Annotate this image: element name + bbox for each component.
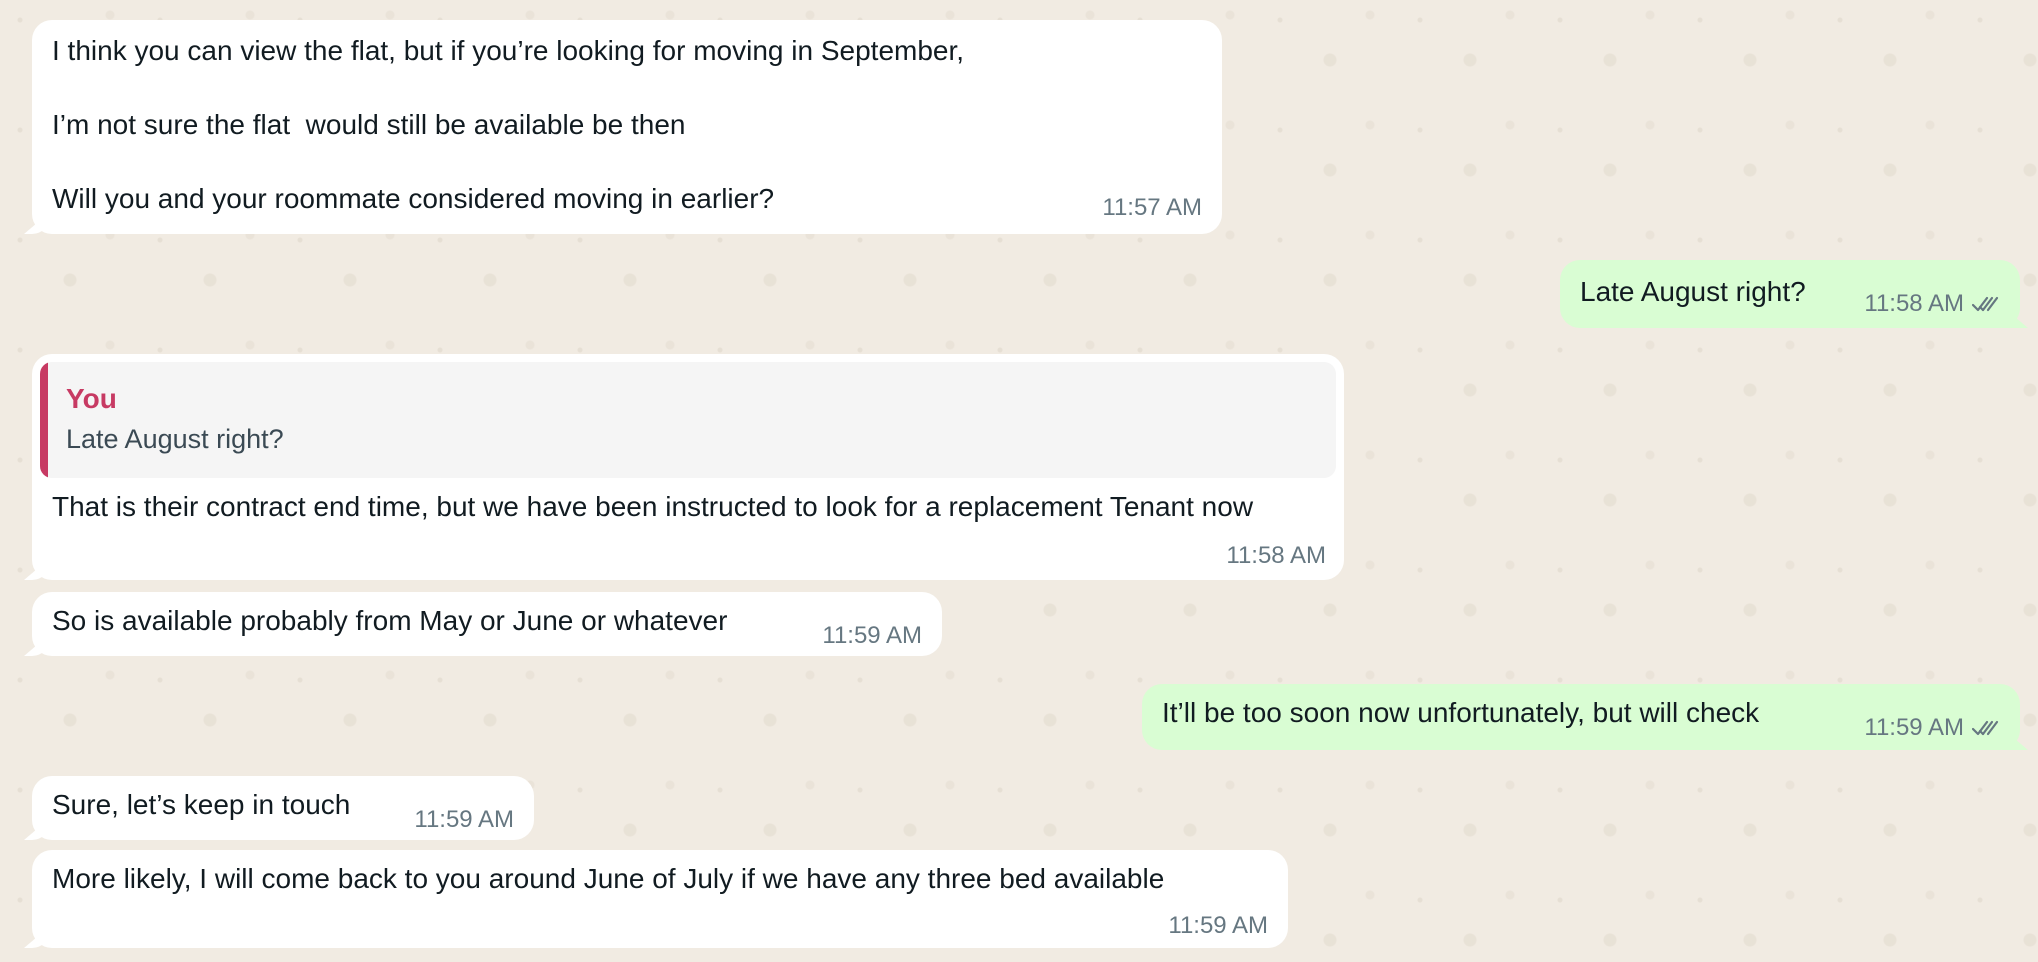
message-time: 11:59 AM (1168, 912, 1268, 939)
message-meta: 11:57 AM (1102, 194, 1202, 222)
message-bubble-incoming[interactable]: I think you can view the flat, but if yo… (32, 20, 1222, 234)
message-bubble-outgoing[interactable]: Late August right? 11:58 AM (1560, 260, 2020, 328)
message-bubble-reply[interactable]: You Late August right? That is their con… (32, 354, 1344, 580)
message-meta: 11:59 AM (414, 806, 514, 834)
message-time: 11:59 AM (414, 806, 514, 833)
quoted-message[interactable]: You Late August right? (40, 362, 1336, 478)
message-bubble-outgoing[interactable]: It’ll be too soon now unfortunately, but… (1142, 684, 2020, 750)
chat-panel[interactable]: I think you can view the flat, but if yo… (0, 0, 2038, 962)
double-check-icon (1972, 720, 1999, 736)
message-text: I think you can view the flat, but if yo… (52, 35, 965, 214)
quote-accent-bar (40, 362, 48, 478)
quote-author: You (66, 383, 117, 414)
message-time: 11:59 AM (1864, 714, 1964, 741)
message-time: 11:58 AM (1226, 542, 1326, 569)
message-meta: 11:58 AM (1864, 290, 2000, 318)
message-time: 11:57 AM (1102, 194, 1202, 221)
message-meta: 11:59 AM (822, 622, 922, 650)
message-meta: 11:59 AM (1864, 714, 2000, 742)
quote-text: Late August right? (66, 424, 284, 454)
message-text: Sure, let’s keep in touch (52, 789, 351, 820)
message-bubble-incoming[interactable]: So is available probably from May or Jun… (32, 592, 942, 656)
message-meta: 11:58 AM (1226, 542, 1326, 570)
message-text: So is available probably from May or Jun… (52, 605, 728, 636)
message-meta: 11:59 AM (1168, 912, 1268, 940)
message-bubble-incoming[interactable]: Sure, let’s keep in touch 11:59 AM (32, 776, 534, 840)
message-time: 11:59 AM (822, 622, 922, 649)
message-text: More likely, I will come back to you aro… (52, 863, 1165, 894)
message-time: 11:58 AM (1864, 290, 1964, 317)
message-text: It’ll be too soon now unfortunately, but… (1162, 697, 1760, 728)
message-text: That is their contract end time, but we … (52, 491, 1254, 522)
double-check-icon (1972, 296, 1999, 312)
message-bubble-incoming[interactable]: More likely, I will come back to you aro… (32, 850, 1288, 948)
message-text: Late August right? (1580, 276, 1806, 307)
